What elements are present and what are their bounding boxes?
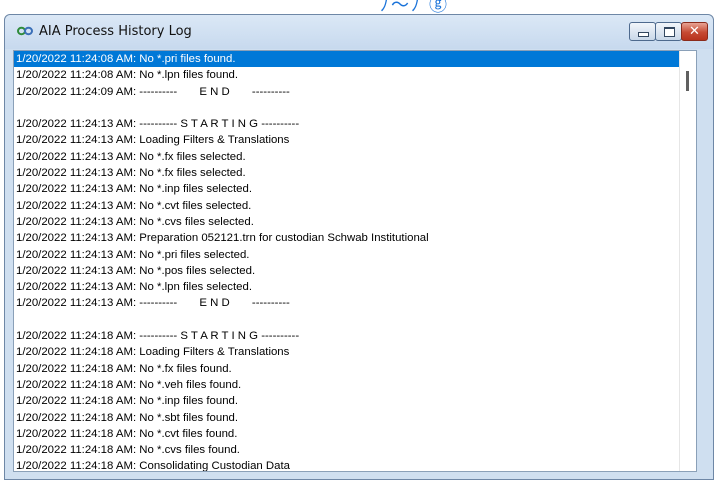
log-line[interactable]: 1/20/2022 11:24:13 AM: ---------- S T A … bbox=[14, 116, 682, 132]
minimize-button[interactable] bbox=[629, 22, 656, 41]
log-line[interactable]: 1/20/2022 11:24:08 AM: No *.lpn files fo… bbox=[14, 67, 682, 83]
log-line[interactable]: 1/20/2022 11:24:13 AM: No *.pos files se… bbox=[14, 263, 682, 279]
log-line[interactable]: 1/20/2022 11:24:18 AM: No *.cvt files fo… bbox=[14, 426, 682, 442]
log-line[interactable]: 1/20/2022 11:24:18 AM: No *.inp files fo… bbox=[14, 393, 682, 409]
maximize-icon bbox=[664, 27, 675, 37]
log-line[interactable]: 1/20/2022 11:24:18 AM: No *.fx files fou… bbox=[14, 361, 682, 377]
maximize-button[interactable] bbox=[655, 22, 682, 41]
window-title: AIA Process History Log bbox=[39, 24, 192, 39]
window-bottom-frame bbox=[13, 472, 697, 478]
log-listbox[interactable]: 1/20/2022 11:24:08 AM: No *.pri files fo… bbox=[13, 50, 697, 472]
log-line[interactable]: 1/20/2022 11:24:18 AM: No *.sbt files fo… bbox=[14, 410, 682, 426]
log-line[interactable]: 1/20/2022 11:24:13 AM: No *.cvt files se… bbox=[14, 198, 682, 214]
background-window-strip: ﾉ〜ﾉ ⓖ bbox=[0, 0, 715, 15]
log-line[interactable]: 1/20/2022 11:24:13 AM: No *.cvs files se… bbox=[14, 214, 682, 230]
vertical-scrollbar[interactable] bbox=[679, 51, 696, 471]
log-line[interactable] bbox=[14, 312, 682, 328]
log-line[interactable]: 1/20/2022 11:24:08 AM: No *.pri files fo… bbox=[14, 51, 682, 68]
log-line[interactable]: 1/20/2022 11:24:13 AM: No *.fx files sel… bbox=[14, 149, 682, 165]
log-line[interactable]: 1/20/2022 11:24:18 AM: Consolidating Cus… bbox=[14, 458, 682, 471]
log-line[interactable]: 1/20/2022 11:24:18 AM: ---------- S T A … bbox=[14, 328, 682, 344]
log-line[interactable]: 1/20/2022 11:24:09 AM: ---------- E N D … bbox=[14, 84, 682, 100]
log-line[interactable]: 1/20/2022 11:24:18 AM: No *.veh files fo… bbox=[14, 377, 682, 393]
close-icon: ✕ bbox=[689, 24, 700, 39]
log-line[interactable]: 1/20/2022 11:24:13 AM: No *.pri files se… bbox=[14, 247, 682, 263]
log-line[interactable]: 1/20/2022 11:24:13 AM: ---------- E N D … bbox=[14, 295, 682, 311]
log-line[interactable]: 1/20/2022 11:24:13 AM: No *.lpn files se… bbox=[14, 279, 682, 295]
log-line[interactable]: 1/20/2022 11:24:18 AM: No *.cvs files fo… bbox=[14, 442, 682, 458]
infinity-loop-icon bbox=[17, 26, 33, 36]
minimize-icon bbox=[638, 32, 649, 37]
close-button[interactable]: ✕ bbox=[681, 22, 708, 41]
log-lines: 1/20/2022 11:24:08 AM: No *.pri files fo… bbox=[14, 51, 682, 471]
scrollbar-thumb[interactable] bbox=[686, 71, 689, 91]
log-line[interactable]: 1/20/2022 11:24:13 AM: Loading Filters &… bbox=[14, 132, 682, 148]
log-line[interactable]: 1/20/2022 11:24:18 AM: Loading Filters &… bbox=[14, 344, 682, 360]
log-line[interactable]: 1/20/2022 11:24:13 AM: Preparation 05212… bbox=[14, 230, 682, 246]
log-line[interactable]: 1/20/2022 11:24:13 AM: No *.inp files se… bbox=[14, 181, 682, 197]
log-line[interactable]: 1/20/2022 11:24:13 AM: No *.fx files sel… bbox=[14, 165, 682, 181]
log-line[interactable] bbox=[14, 100, 682, 116]
process-history-window: AIA Process History Log ✕ 1/20/2022 11:2… bbox=[4, 14, 714, 480]
title-bar[interactable]: AIA Process History Log ✕ bbox=[5, 15, 713, 49]
